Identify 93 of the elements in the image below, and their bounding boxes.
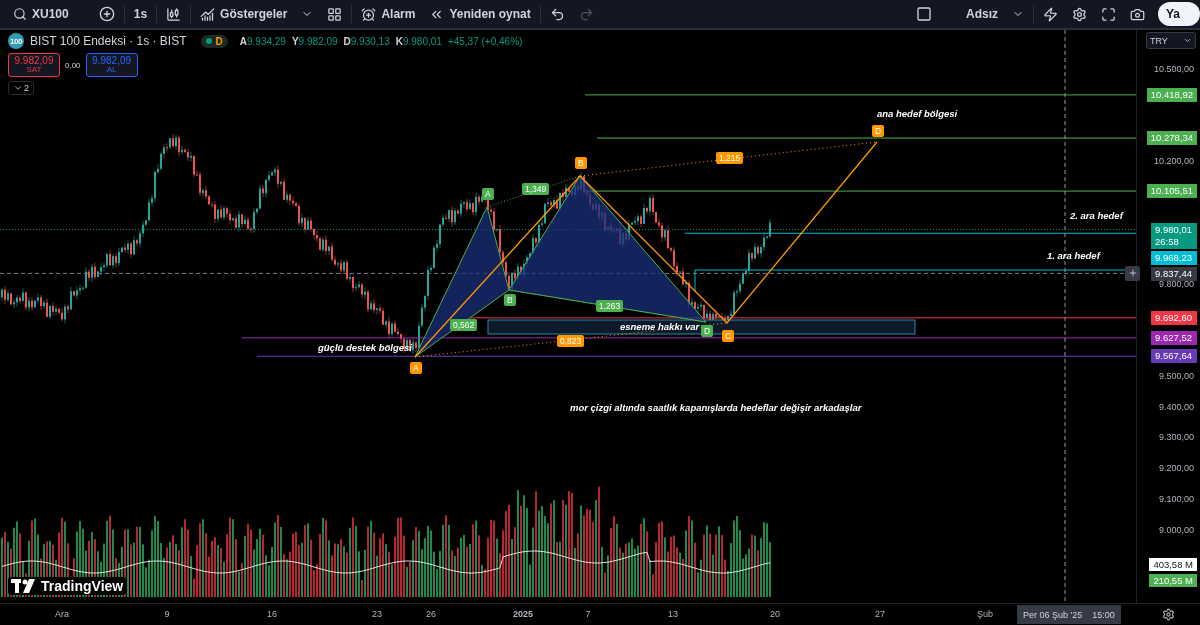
countdown: 26:58 bbox=[1155, 235, 1179, 248]
add-alert-button[interactable] bbox=[1125, 265, 1140, 281]
buy-button[interactable]: 9.982,09 AL bbox=[85, 53, 138, 77]
time-tick: 16 bbox=[267, 609, 277, 619]
ohlc-value: Y9.982,09 bbox=[291, 35, 338, 47]
pattern-point-label: D bbox=[701, 325, 714, 337]
price-tag: 9.567,64 bbox=[1151, 349, 1197, 364]
publish-button[interactable]: Ya bbox=[1158, 2, 1200, 26]
ratio-label: 1,349 bbox=[522, 183, 550, 195]
price-tag: 9.837,44 bbox=[1151, 266, 1197, 281]
redo-icon bbox=[578, 6, 594, 22]
symbol-search[interactable]: XU100 bbox=[6, 1, 76, 27]
alarm-icon bbox=[361, 6, 377, 22]
chevron-icon bbox=[1183, 36, 1192, 45]
square-icon bbox=[915, 6, 932, 22]
ohlc-value: A9.934,29 bbox=[239, 35, 286, 47]
chart-note: güçlü destek bölgesi bbox=[318, 342, 412, 353]
collapse-button[interactable]: 2 bbox=[8, 81, 34, 95]
price-tag: 10.278,34 bbox=[1146, 131, 1197, 146]
plus-icon bbox=[1127, 268, 1138, 279]
settings-icon bbox=[1072, 6, 1087, 22]
chart-icon bbox=[200, 6, 216, 22]
tradingview-logo: TradingView bbox=[41, 578, 124, 594]
layout-name[interactable]: Adsız bbox=[958, 1, 1005, 27]
price-tick: 10.200,00 bbox=[1153, 156, 1194, 167]
crosshair-date: Per 06 Şub '25 bbox=[1023, 609, 1083, 620]
plus-icon bbox=[98, 6, 115, 22]
chart-note: 2. ara hedef bbox=[1070, 210, 1123, 221]
sell-button[interactable]: 9.982,09 SAT bbox=[8, 53, 60, 77]
time-tick: 13 bbox=[668, 609, 678, 619]
time-tick: 26 bbox=[426, 609, 436, 619]
ratio-label: 1,263 bbox=[596, 300, 624, 312]
time-tick: 7 bbox=[585, 609, 591, 619]
grid-icon bbox=[327, 6, 343, 22]
search-icon bbox=[13, 7, 27, 21]
pattern-point-label: C bbox=[722, 330, 735, 342]
fullscreen-icon bbox=[1101, 6, 1116, 22]
tradingview-logo-icon bbox=[11, 579, 37, 593]
ratio-label: 0,562 bbox=[450, 319, 478, 331]
price-tag: 9.692,60 bbox=[1151, 310, 1197, 325]
chart-note: 1. ara hedef bbox=[1047, 250, 1100, 261]
time-tick: Ara bbox=[55, 609, 69, 619]
price-tag: 10.418,92 bbox=[1146, 87, 1197, 102]
ratio-label: 1,215 bbox=[716, 152, 744, 164]
crosshair-time: 15:00 bbox=[1092, 609, 1115, 620]
price-tick: 9.500,00 bbox=[1158, 371, 1194, 381]
lightning-icon bbox=[1043, 6, 1058, 22]
ratio-label: 0,823 bbox=[557, 335, 585, 347]
price-tag: 9.968,23 bbox=[1151, 250, 1197, 265]
time-tick: 9 bbox=[164, 609, 170, 619]
price-tick: 9.100,00 bbox=[1158, 493, 1194, 504]
ohlc-value: K9.980,01 bbox=[395, 35, 442, 47]
undo-icon bbox=[549, 6, 565, 22]
chart-note: ana hedef bölgesi bbox=[877, 108, 958, 119]
settings-icon[interactable] bbox=[1161, 608, 1175, 621]
status-badge: D bbox=[200, 34, 228, 48]
time-tick: 2025 bbox=[513, 609, 533, 619]
price-tick: 10.500,00 bbox=[1153, 64, 1194, 74]
price-tag: 9.627,52 bbox=[1151, 330, 1197, 345]
price-tick: 9.200,00 bbox=[1158, 463, 1194, 474]
indicators-button[interactable]: Göstergeler bbox=[193, 1, 295, 27]
price-tick: 9.000,00 bbox=[1158, 524, 1194, 535]
pattern-point-label: B bbox=[504, 294, 516, 306]
ohlc-value: D9.930,13 bbox=[343, 35, 390, 47]
pattern-point-label: A bbox=[482, 188, 494, 200]
camera-icon bbox=[1130, 6, 1145, 22]
price-tick: 9.400,00 bbox=[1158, 401, 1194, 412]
chart-note: esneme hakkı var bbox=[620, 321, 700, 332]
symbol-title: BIST 100 Endeksi · 1s · BIST bbox=[30, 34, 187, 48]
interval-button[interactable]: 1s bbox=[126, 1, 155, 27]
price-tag: 9.980,01 26:58 bbox=[1151, 222, 1197, 249]
alarm-button[interactable]: Alarm bbox=[354, 1, 423, 27]
status-dot bbox=[205, 38, 212, 44]
price-tag: 10.105,51 bbox=[1146, 184, 1197, 199]
time-tick: Şub bbox=[977, 609, 993, 619]
volume-tag: 403,58 M bbox=[1149, 558, 1197, 571]
pattern-point-label: A bbox=[410, 362, 422, 374]
candlestick-icon bbox=[166, 6, 182, 22]
currency-dropdown[interactable]: TRY bbox=[1146, 32, 1196, 49]
pattern-point-label: D bbox=[872, 125, 885, 137]
volume-tag: 210,55 M bbox=[1149, 574, 1197, 587]
symbol-logo: 100 bbox=[8, 33, 24, 49]
price-change: +45,37 (+0,46%) bbox=[447, 35, 523, 47]
time-tick: 27 bbox=[875, 609, 885, 619]
chevron-icon bbox=[13, 83, 23, 93]
chart-note: mor çizgi altında saatlık kapanışlarda hedeflar değişir arkadaşlar bbox=[570, 402, 862, 413]
spread-value: 0,00 bbox=[65, 60, 81, 70]
time-tick: 20 bbox=[770, 609, 780, 619]
price-tick: 9.800,00 bbox=[1158, 278, 1194, 289]
replay-button[interactable]: Yeniden oynat bbox=[422, 1, 538, 27]
time-tick: 23 bbox=[372, 609, 382, 619]
price-tick: 9.300,00 bbox=[1158, 432, 1194, 443]
pattern-point-label: B bbox=[575, 157, 587, 169]
